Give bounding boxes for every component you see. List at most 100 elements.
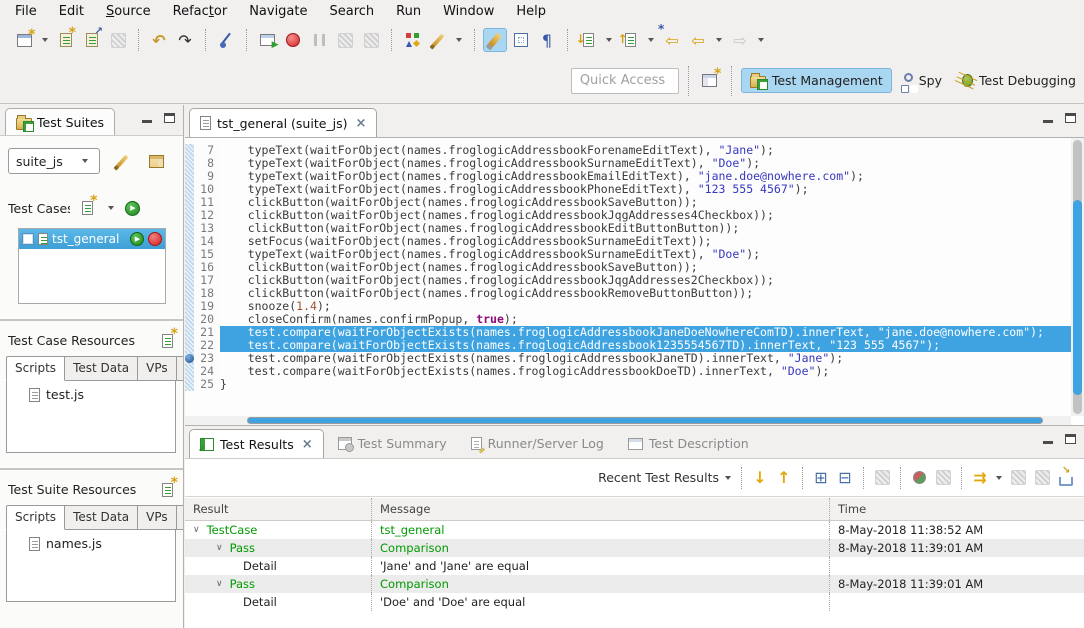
stop-test-icon[interactable]: [148, 232, 162, 246]
dropdown-chevron-icon[interactable]: [996, 476, 1002, 480]
tab-scripts[interactable]: Scripts: [6, 356, 65, 381]
dropdown-chevron-icon[interactable]: [716, 38, 722, 42]
close-icon[interactable]: ×: [356, 116, 367, 131]
minimize-icon[interactable]: [142, 120, 152, 123]
highlighter-icon[interactable]: [483, 28, 507, 52]
maximize-icon[interactable]: [1065, 113, 1076, 123]
code-line[interactable]: 24 test.compare(waitForObjectExists(name…: [185, 365, 1071, 378]
dropdown-chevron-icon[interactable]: [758, 38, 764, 42]
load-results-icon[interactable]: [618, 28, 642, 52]
chevron-down-icon[interactable]: [108, 206, 114, 210]
launch-aut-icon[interactable]: [255, 28, 279, 52]
minimize-icon[interactable]: [1043, 120, 1053, 123]
dropdown-chevron-icon[interactable]: [42, 38, 48, 42]
open-perspective-icon[interactable]: [698, 69, 722, 93]
previous-failure-icon[interactable]: ↑: [772, 466, 796, 490]
code-text[interactable]: }: [220, 378, 1071, 391]
maximize-icon[interactable]: [164, 113, 175, 123]
perspective-test-management[interactable]: Test Management: [741, 68, 892, 93]
result-row[interactable]: Detail'Jane' and 'Jane' are equal: [185, 557, 1084, 575]
dropdown-chevron-icon[interactable]: [648, 38, 654, 42]
new-test-suite-icon[interactable]: [12, 28, 36, 52]
tab-runner-server-log[interactable]: Runner/Server Log: [461, 429, 614, 458]
tab-test-summary[interactable]: Test Summary: [328, 429, 457, 458]
test-case-list[interactable]: tst_general: [18, 228, 166, 304]
menu-navigate[interactable]: Navigate: [238, 2, 318, 21]
quick-access-input[interactable]: [571, 68, 679, 94]
pick-object-icon[interactable]: [214, 28, 238, 52]
tab-vps[interactable]: VPs: [138, 505, 177, 530]
menu-window[interactable]: Window: [432, 2, 505, 21]
expander-icon[interactable]: ∨: [216, 579, 223, 589]
import-test-resource-icon[interactable]: [80, 28, 104, 52]
code-text[interactable]: test.compare(waitForObjectExists(names.f…: [220, 365, 1071, 378]
menu-source[interactable]: Source: [95, 2, 162, 21]
tab-test-results[interactable]: Test Results×: [189, 429, 324, 458]
perspective-test-debugging[interactable]: Test Debugging: [954, 69, 1084, 92]
filter-results-icon[interactable]: ⇉: [968, 466, 992, 490]
object-map-icon[interactable]: [400, 28, 424, 52]
menu-file[interactable]: File: [4, 2, 48, 21]
tab-scripts[interactable]: Scripts: [6, 505, 65, 530]
back-to-annotation-icon[interactable]: [660, 28, 684, 52]
test-case-row[interactable]: tst_general: [19, 229, 165, 249]
manage-auts-icon[interactable]: [144, 149, 168, 173]
result-row[interactable]: Detail'Doe' and 'Doe' are equal: [185, 593, 1084, 611]
suite-settings-icon[interactable]: [110, 149, 134, 173]
menu-refactor[interactable]: Refactor: [162, 2, 239, 21]
suite-select[interactable]: suite_js: [8, 148, 100, 174]
tab-tst-general[interactable]: tst_general (suite_js) ×: [189, 108, 377, 137]
dropdown-chevron-icon[interactable]: [456, 38, 462, 42]
import-results-icon[interactable]: [1054, 466, 1078, 490]
line-number[interactable]: 25: [194, 378, 220, 391]
expander-icon[interactable]: ∨: [193, 525, 200, 535]
code-text[interactable]: clickButton(waitForObject(names.froglogi…: [220, 287, 1071, 300]
run-test-suite-icon[interactable]: [125, 201, 140, 216]
tab-general[interactable]: General: [177, 505, 183, 530]
menu-help[interactable]: Help: [505, 2, 557, 21]
recent-test-results-dropdown[interactable]: Recent Test Results: [598, 470, 719, 485]
new-resource-icon[interactable]: [162, 334, 173, 348]
tab-general[interactable]: General: [177, 356, 183, 381]
show-whitespace-icon[interactable]: ¶: [535, 28, 559, 52]
horizontal-scrollbar[interactable]: [185, 416, 1071, 425]
scrollbar-thumb[interactable]: [247, 417, 1043, 424]
result-row[interactable]: ∨TestCasetst_general8-May-2018 11:38:52 …: [185, 521, 1084, 539]
close-icon[interactable]: ×: [302, 437, 313, 452]
new-test-case-icon[interactable]: [54, 28, 78, 52]
result-row[interactable]: ∨PassComparison8-May-2018 11:39:01 AM: [185, 539, 1084, 557]
tab-test-description[interactable]: Test Description: [618, 429, 759, 458]
tab-vps[interactable]: VPs: [138, 356, 177, 381]
next-failure-icon[interactable]: ↓: [748, 466, 772, 490]
tab-test-suites[interactable]: Test Suites: [5, 108, 115, 135]
code-area[interactable]: 7 typeText(waitForObject(names.froglogic…: [185, 138, 1071, 416]
list-item[interactable]: names.js: [29, 536, 175, 551]
new-test-case-icon[interactable]: [77, 196, 97, 220]
dropdown-chevron-icon[interactable]: [725, 476, 731, 480]
minimize-icon[interactable]: [1043, 441, 1053, 444]
menu-edit[interactable]: Edit: [48, 2, 95, 21]
column-result[interactable]: Result: [185, 498, 372, 520]
test-case-checkbox[interactable]: [22, 233, 34, 245]
block-selection-icon[interactable]: [509, 28, 533, 52]
expand-all-icon[interactable]: ⊞: [809, 466, 833, 490]
upload-results-icon[interactable]: [907, 466, 931, 490]
perspective-spy[interactable]: Spy: [896, 69, 950, 92]
save-results-icon[interactable]: [576, 28, 600, 52]
expander-icon[interactable]: ∨: [216, 543, 223, 553]
menu-search[interactable]: Search: [319, 2, 386, 21]
maximize-icon[interactable]: [1065, 434, 1076, 444]
record-icon[interactable]: [281, 28, 305, 52]
vertical-scrollbar[interactable]: [1071, 138, 1084, 416]
new-resource-icon[interactable]: [162, 483, 173, 497]
run-test-case-icon[interactable]: [130, 232, 144, 246]
back-icon[interactable]: ⇦: [686, 28, 710, 52]
undo-icon[interactable]: ↶: [147, 28, 171, 52]
dropdown-chevron-icon[interactable]: [606, 38, 612, 42]
result-row[interactable]: ∨PassComparison8-May-2018 11:39:01 AM: [185, 575, 1084, 593]
table-header[interactable]: Result Message Time: [185, 498, 1084, 521]
scrollbar-thumb[interactable]: [1073, 200, 1082, 395]
collapse-all-icon[interactable]: ⊟: [833, 466, 857, 490]
column-time[interactable]: Time: [830, 498, 1084, 520]
tab-test-data[interactable]: Test Data: [65, 505, 138, 530]
